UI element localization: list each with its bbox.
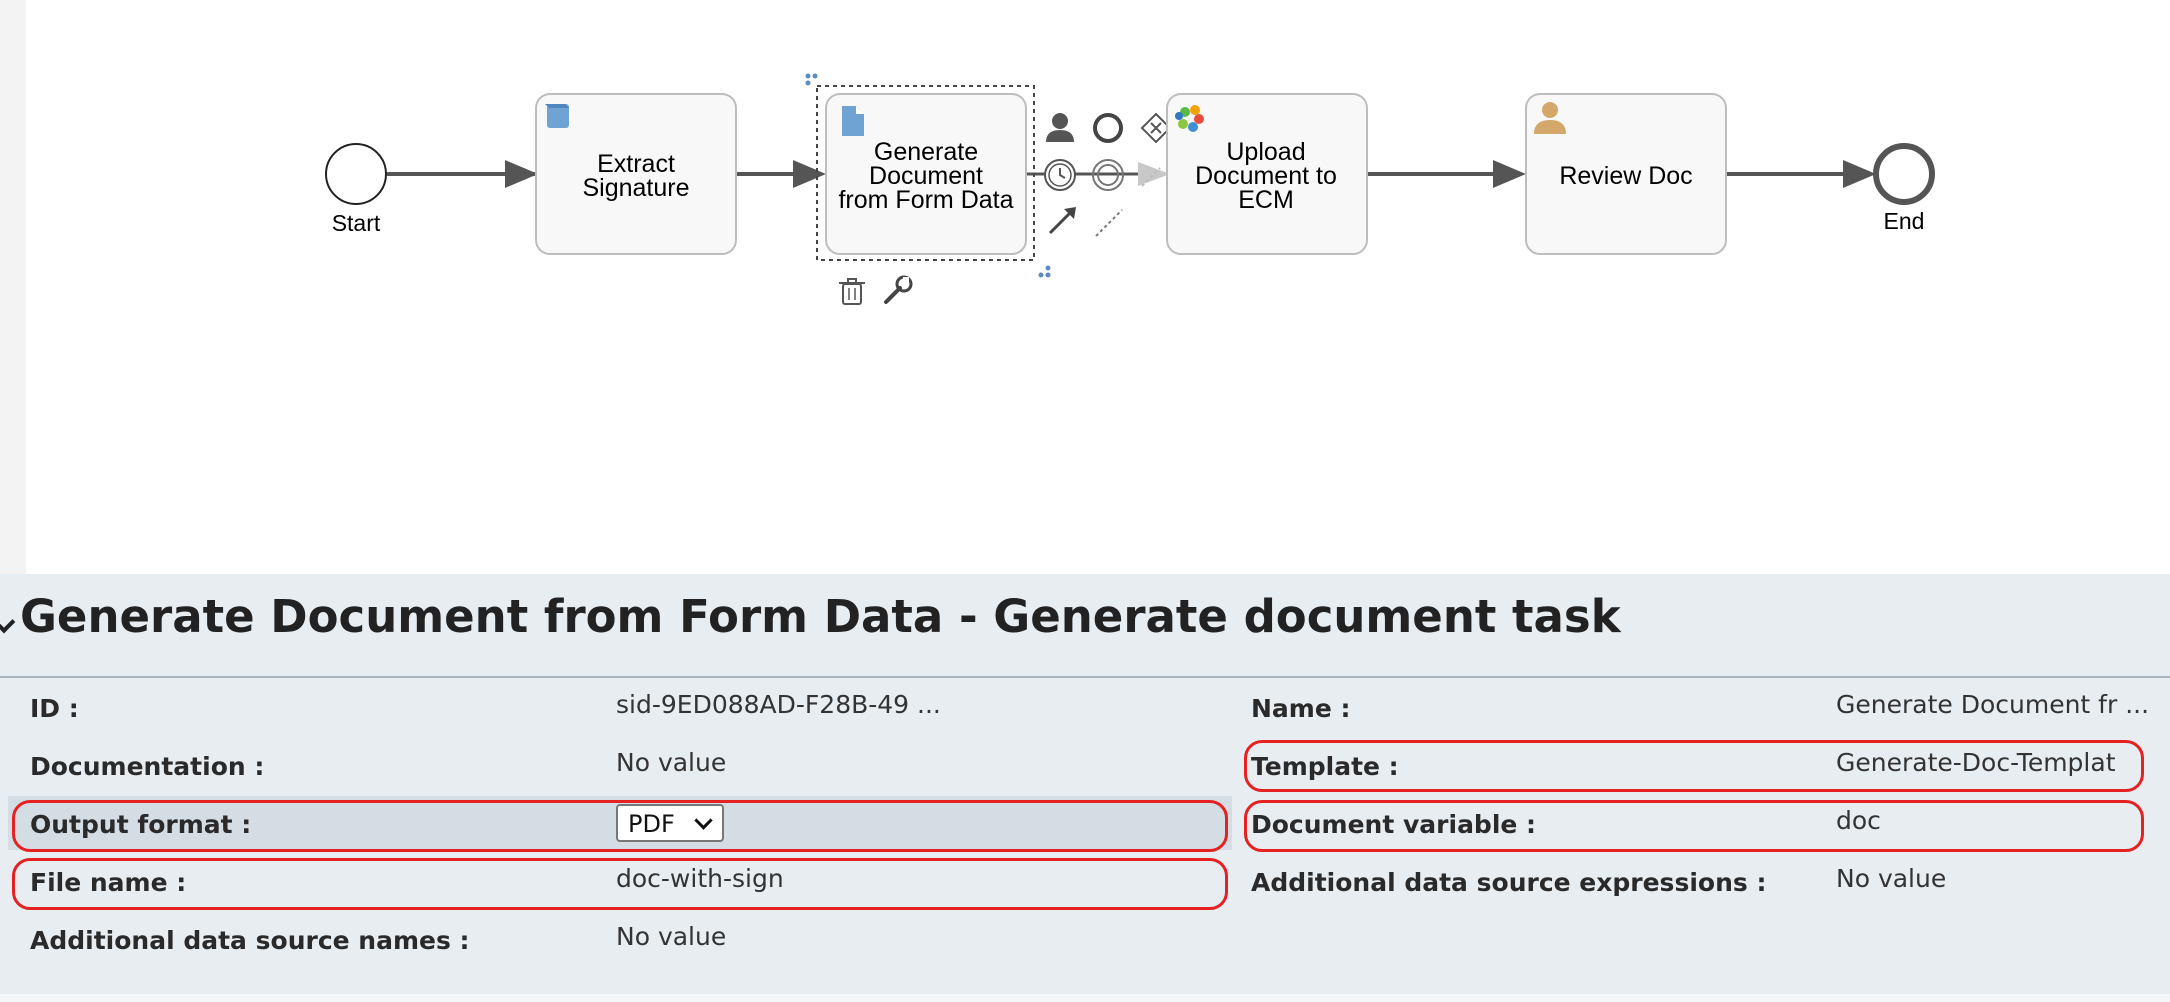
panel-bottom-edge <box>0 994 2170 1002</box>
start-event[interactable] <box>325 143 387 205</box>
bpmn-diagram: Start Extract Signature Generate Documen… <box>325 73 1935 305</box>
flow-upload-arrowhead <box>1493 160 1526 188</box>
prop-value-name[interactable]: Generate Document fr ... <box>1836 690 2149 719</box>
annotation-file-name <box>12 858 1228 910</box>
prop-value-additional-data-source-expressions[interactable]: No value <box>1836 864 1946 893</box>
collapse-chevron-icon[interactable] <box>0 610 16 634</box>
properties-panel: Generate Document from Form Data - Gener… <box>0 574 2170 1002</box>
end-event-icon[interactable] <box>1093 113 1123 143</box>
task-review-doc[interactable]: Review Doc <box>1525 93 1727 255</box>
annotation-document-variable <box>1244 800 2144 852</box>
prop-label-id: ID : <box>30 694 79 723</box>
prop-label-additional-data-source-names: Additional data source names : <box>30 926 470 955</box>
resize-handle-bottom-right[interactable] <box>1038 265 1051 278</box>
resize-handle-top-left[interactable] <box>805 73 818 86</box>
start-event-label: Start <box>332 210 381 236</box>
properties-wrench-icon[interactable] <box>884 275 913 304</box>
flow-extract-arrowhead <box>793 160 826 188</box>
task-upload-document[interactable]: Upload Document to ECM <box>1166 93 1368 255</box>
annotation-output-format <box>12 800 1228 852</box>
sequence-flow-icon[interactable] <box>1048 209 1074 235</box>
task-label-line2: Signature <box>582 174 689 202</box>
annotation-template <box>1244 740 2144 792</box>
prop-value-additional-data-source-names[interactable]: No value <box>616 922 726 951</box>
gateway-icon[interactable] <box>1140 112 1172 144</box>
flow-start-arrowhead <box>505 160 538 188</box>
panel-divider <box>0 676 2170 678</box>
prop-value-id[interactable]: sid-9ED088AD-F28B-49 ... <box>616 690 941 719</box>
task-label-line1: Review Doc <box>1559 162 1692 190</box>
task-generate-document[interactable]: Generate Document from Form Data <box>825 93 1027 255</box>
task-label-line3: ECM <box>1238 186 1294 214</box>
end-event[interactable] <box>1873 143 1935 205</box>
association-icon[interactable] <box>1095 209 1123 237</box>
intermediate-event-icon[interactable] <box>1044 159 1076 191</box>
prop-value-documentation[interactable]: No value <box>616 748 726 777</box>
user-task-icon[interactable] <box>1046 113 1074 142</box>
end-event-label: End <box>1884 208 1925 234</box>
prop-label-name: Name : <box>1251 694 1351 723</box>
prop-label-documentation: Documentation : <box>30 752 265 781</box>
delete-icon[interactable] <box>839 278 865 305</box>
prop-label-additional-data-source-expressions: Additional data source expressions : <box>1251 868 1767 897</box>
task-extract-signature[interactable]: Extract Signature <box>535 93 737 255</box>
panel-title: Generate Document from Form Data - Gener… <box>20 590 1621 643</box>
service-task-icon <box>545 104 569 128</box>
flow-generate-arrowhead-preview <box>1138 162 1170 186</box>
process-canvas[interactable]: Start Extract Signature Generate Documen… <box>0 0 2170 574</box>
task-label-line3: from Form Data <box>838 186 1013 214</box>
flow-review-arrowhead <box>1843 160 1876 188</box>
